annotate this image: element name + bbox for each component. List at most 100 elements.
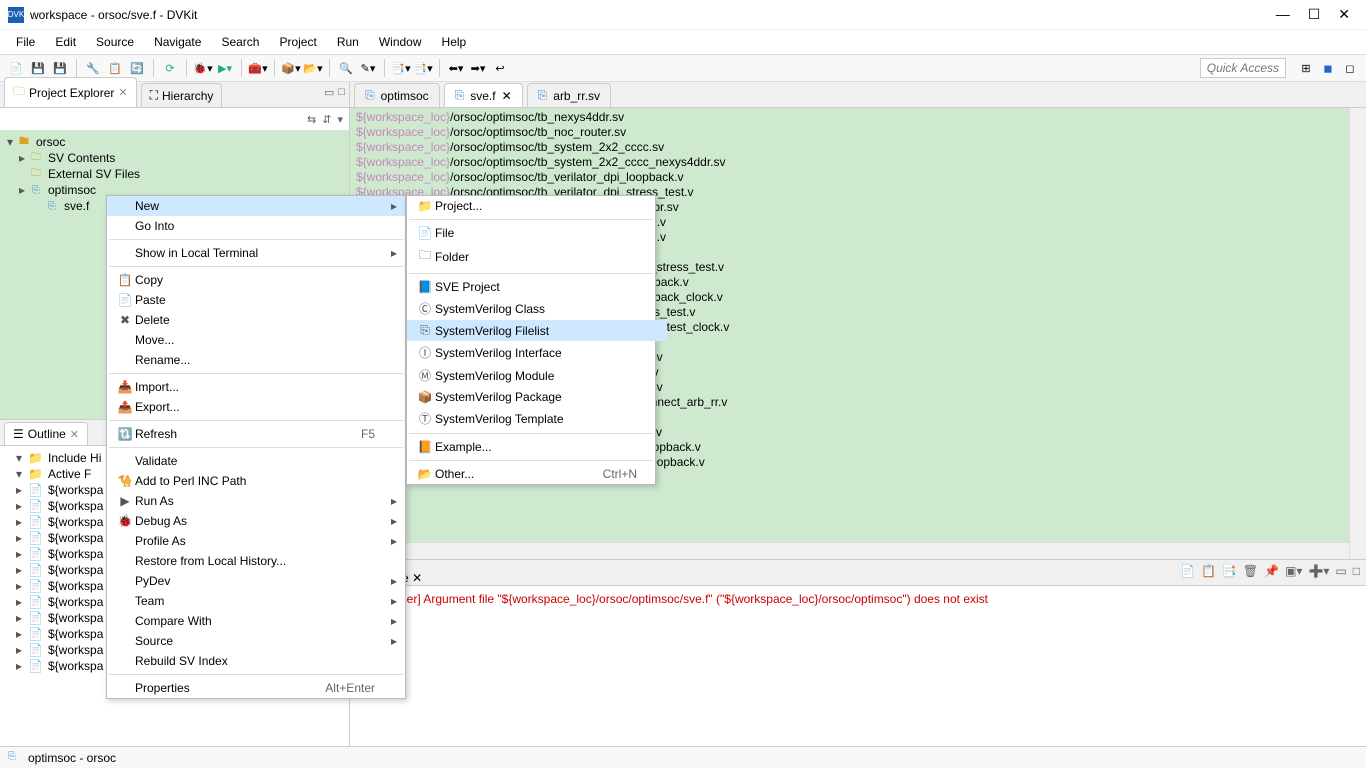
collapse-all-button[interactable]: ⇆: [307, 113, 316, 126]
ext-tools-button[interactable]: 🧰▾: [248, 58, 268, 78]
tab-project-explorer[interactable]: 🗀 Project Explorer ✕: [4, 77, 137, 107]
context-menu[interactable]: New▸Go Into Show in Local Terminal▸ 📋Copy📄…: [106, 195, 406, 699]
menu-source[interactable]: Source: [88, 33, 142, 51]
editor-tab-arbrr[interactable]: ⎘arb_rr.sv: [527, 83, 611, 107]
console-new-button[interactable]: ➕▾: [1308, 564, 1329, 578]
menu-project[interactable]: Project: [271, 33, 324, 51]
editor-tab-svef[interactable]: ⎘sve.f✕: [444, 83, 523, 107]
minimize-button[interactable]: —: [1276, 6, 1290, 23]
close-icon[interactable]: ✕: [70, 428, 79, 441]
tool-button[interactable]: 🔧: [83, 58, 103, 78]
menu-item[interactable]: 📥Import...: [107, 377, 405, 397]
console-btn[interactable]: 📑: [1222, 564, 1237, 578]
menu-item[interactable]: ⎘SystemVerilog Filelist: [407, 320, 667, 341]
menu-item[interactable]: Rename...: [107, 350, 405, 370]
open-perspective-button[interactable]: ⊞: [1296, 58, 1316, 78]
maximize-view-button[interactable]: □: [338, 86, 345, 99]
submenu-new[interactable]: 📁Project...📄File🗀Folder📘SVE ProjectⒸSyst…: [406, 195, 656, 485]
menu-item[interactable]: 🐪Add to Perl INC Path: [107, 471, 405, 491]
search-button[interactable]: 🔍: [336, 58, 356, 78]
tree-node[interactable]: External SV Files: [48, 167, 140, 181]
menu-item[interactable]: ⒾSystemVerilog Interface: [407, 341, 667, 364]
menu-file[interactable]: File: [8, 33, 43, 51]
menu-item[interactable]: ▶Run As▸: [107, 491, 405, 511]
menu-item[interactable]: New▸: [107, 196, 405, 216]
menu-item[interactable]: Move...: [107, 330, 405, 350]
menu-item[interactable]: ✖Delete: [107, 310, 405, 330]
horizontal-scrollbar[interactable]: [350, 542, 1349, 559]
save-button[interactable]: 💾: [28, 58, 48, 78]
menu-item[interactable]: PropertiesAlt+Enter: [107, 678, 405, 698]
menu-item[interactable]: ⓂSystemVerilog Module: [407, 364, 667, 387]
console-clear-button[interactable]: 🗑: [1243, 564, 1258, 578]
menu-item[interactable]: 📄File: [407, 223, 667, 243]
tree-node[interactable]: sve.f: [64, 199, 89, 213]
console-output[interactable]: gFileParser] Argument file "${workspace_…: [350, 586, 1366, 746]
console-btn[interactable]: 📄: [1180, 564, 1195, 578]
other-perspective-button[interactable]: ◻: [1340, 58, 1360, 78]
open-type-button[interactable]: 📂▾: [303, 58, 323, 78]
dvk-perspective-button[interactable]: ◼: [1318, 58, 1338, 78]
menu-window[interactable]: Window: [371, 33, 430, 51]
new-button[interactable]: 📄: [6, 58, 26, 78]
menu-help[interactable]: Help: [434, 33, 475, 51]
save-all-button[interactable]: 💾: [50, 58, 70, 78]
nav-button[interactable]: 📑▾: [391, 58, 411, 78]
menu-item[interactable]: 🗀Folder: [407, 243, 667, 270]
menu-item[interactable]: ⒸSystemVerilog Class: [407, 297, 667, 320]
menu-item[interactable]: Restore from Local History...: [107, 551, 405, 571]
console-pin-button[interactable]: 📌: [1264, 564, 1279, 578]
menu-run[interactable]: Run: [329, 33, 367, 51]
minimize-view-button[interactable]: ▭: [324, 86, 334, 99]
menu-item[interactable]: 📄Paste: [107, 290, 405, 310]
menu-item[interactable]: Source▸: [107, 631, 405, 651]
menu-item[interactable]: Compare With▸: [107, 611, 405, 631]
edit-button[interactable]: ✎▾: [358, 58, 378, 78]
menu-edit[interactable]: Edit: [47, 33, 84, 51]
maximize-view-button[interactable]: □: [1353, 564, 1360, 578]
quick-access[interactable]: Quick Access: [1200, 58, 1286, 78]
menu-item[interactable]: 🔃RefreshF5: [107, 424, 405, 444]
close-icon[interactable]: ✕: [502, 89, 512, 103]
menu-navigate[interactable]: Navigate: [146, 33, 209, 51]
tab-outline[interactable]: ☰ Outline ✕: [4, 422, 88, 445]
menu-item[interactable]: Rebuild SV Index: [107, 651, 405, 671]
console-btn[interactable]: 📋: [1201, 564, 1216, 578]
menu-item[interactable]: ⓉSystemVerilog Template: [407, 407, 667, 430]
menu-item[interactable]: Go Into: [107, 216, 405, 236]
minimize-view-button[interactable]: ▭: [1335, 564, 1346, 578]
view-menu-button[interactable]: ▾: [337, 113, 343, 126]
sync-button[interactable]: ⟳: [160, 58, 180, 78]
menu-item[interactable]: 📙Example...: [407, 437, 667, 457]
tab-hierarchy[interactable]: ⛶ Hierarchy: [141, 83, 223, 107]
nav-button-2[interactable]: 📑▾: [413, 58, 433, 78]
forward-button[interactable]: ➡▾: [468, 58, 488, 78]
close-icon[interactable]: ✕: [412, 571, 422, 585]
close-button[interactable]: ✕: [1338, 6, 1350, 23]
menu-item[interactable]: 📘SVE Project: [407, 277, 667, 297]
new-wiz-button[interactable]: 📦▾: [281, 58, 301, 78]
link-editor-button[interactable]: ⇵: [322, 113, 331, 126]
editor-tab-optimsoc[interactable]: ⎘optimsoc: [354, 83, 440, 107]
tree-node[interactable]: optimsoc: [48, 183, 96, 197]
tree-node[interactable]: SV Contents: [48, 151, 115, 165]
maximize-button[interactable]: ☐: [1308, 6, 1321, 23]
tree-root[interactable]: orsoc: [36, 135, 65, 149]
vertical-scrollbar[interactable]: [1349, 108, 1366, 559]
menu-search[interactable]: Search: [213, 33, 267, 51]
menu-item[interactable]: Show in Local Terminal▸: [107, 243, 405, 263]
menu-item[interactable]: 📦SystemVerilog Package: [407, 387, 667, 407]
tool-button-3[interactable]: 🔄: [127, 58, 147, 78]
menu-item[interactable]: Profile As▸: [107, 531, 405, 551]
tool-button-2[interactable]: 📋: [105, 58, 125, 78]
up-button[interactable]: ↩: [490, 58, 510, 78]
close-icon[interactable]: ✕: [118, 86, 127, 99]
menu-item[interactable]: Team▸: [107, 591, 405, 611]
menu-item[interactable]: 📋Copy: [107, 270, 405, 290]
menu-item[interactable]: 🐞Debug As▸: [107, 511, 405, 531]
menu-item[interactable]: 📤Export...: [107, 397, 405, 417]
menu-item[interactable]: Validate: [107, 451, 405, 471]
back-button[interactable]: ⬅▾: [446, 58, 466, 78]
menu-item[interactable]: 📁Project...: [407, 196, 667, 216]
menu-item[interactable]: 📂Other...Ctrl+N: [407, 464, 667, 484]
